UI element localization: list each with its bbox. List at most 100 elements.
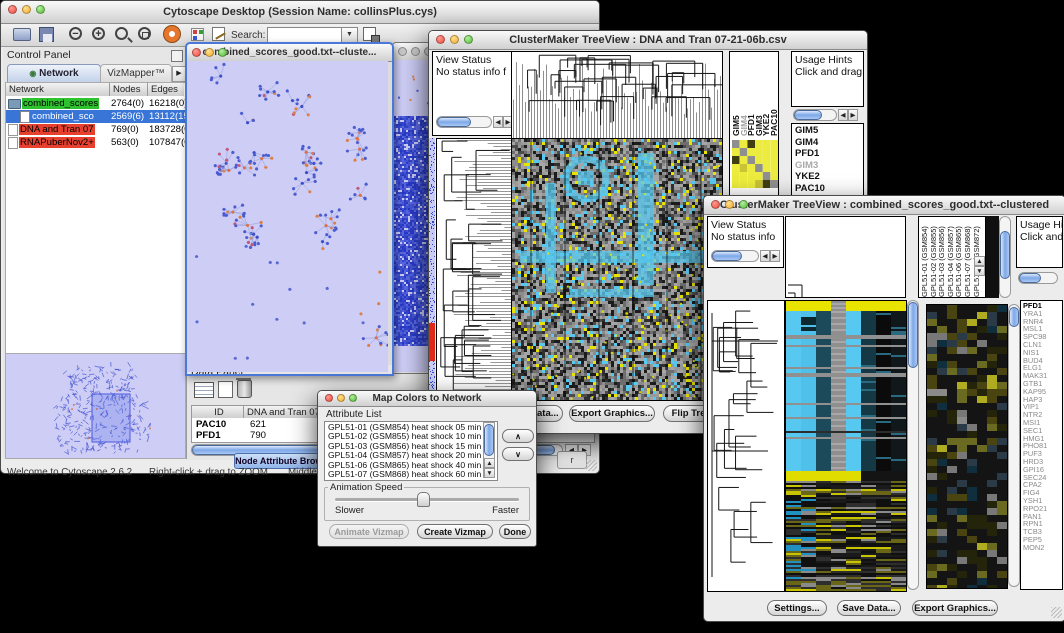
column-dendrogram[interactable] (785, 216, 906, 298)
treeview2-title-bar[interactable]: ClusterMaker TreeView : combined_scores_… (704, 196, 1064, 215)
move-down-button[interactable]: ∨ (502, 447, 534, 461)
save-data-button[interactable]: Save Data... (837, 600, 901, 616)
col-id[interactable]: ID (192, 406, 244, 418)
scroll-left-button[interactable]: ◀ (493, 116, 503, 128)
scroll-right-button[interactable]: ▶ (770, 250, 780, 262)
delete-attribute-icon[interactable] (237, 380, 252, 398)
network-name: RNAPuberNov2+ (19, 137, 95, 148)
status-right: Middle- (288, 467, 320, 478)
zoom-in-icon[interactable]: + (92, 27, 105, 40)
labels-gap (986, 216, 999, 298)
window-resize-grip[interactable] (1051, 607, 1062, 618)
col-network[interactable]: Network (6, 83, 110, 96)
attribute-editor-icon[interactable] (363, 27, 376, 41)
scroll-down-button[interactable]: ▼ (484, 468, 495, 478)
background-network-window[interactable] (392, 42, 432, 374)
attribute-list-label: Attribute List (326, 409, 382, 420)
gene-list[interactable]: PFD1YRA1RNR4MSL1SPC98CLN1NIS1BUD4ELG1MAK… (1021, 301, 1062, 552)
array-label[interactable]: PAC10 (771, 54, 779, 136)
window-controls[interactable] (398, 47, 432, 56)
gene-label[interactable]: GIM3 (792, 160, 863, 172)
gene-label[interactable]: GIM4 (792, 137, 863, 149)
scroll-up-button[interactable]: ▲ (974, 256, 985, 266)
float-panel-icon[interactable] (171, 50, 183, 62)
done-button[interactable]: Done (499, 524, 531, 539)
search-dropdown-button[interactable]: ▼ (341, 27, 358, 43)
status-hscrollbar[interactable] (711, 250, 759, 262)
gene-label[interactable]: GIM5 (792, 125, 863, 137)
network-view-window[interactable]: combined_scores_good.txt--cluste... (185, 42, 394, 376)
global-view-strip[interactable] (429, 138, 435, 399)
global-vscrollbar[interactable] (1008, 304, 1020, 587)
window-controls[interactable] (436, 35, 473, 44)
summary-heatmap[interactable] (732, 140, 778, 188)
col-edges[interactable]: Edges (148, 83, 184, 96)
animate-vizmap-button[interactable]: Animate Vizmap (329, 524, 409, 539)
tab-network[interactable]: ◉ Network (7, 64, 101, 83)
zoom-fit-icon[interactable] (138, 27, 151, 40)
window-controls[interactable] (192, 48, 227, 57)
scroll-left-button[interactable]: ◀ (760, 250, 770, 262)
attribute-item[interactable]: GPL51-07 (GSM868) heat shock 60 min (325, 470, 481, 479)
heatmap-view[interactable] (785, 300, 907, 592)
scroll-up-button[interactable]: ▲ (484, 458, 495, 468)
table-select-icon[interactable] (194, 382, 214, 398)
create-vizmap-button[interactable]: Create Vizmap (417, 524, 493, 539)
gene-list-panel: PFD1YRA1RNR4MSL1SPC98CLN1NIS1BUD4ELG1MAK… (1020, 300, 1063, 590)
labels-vscrollbar[interactable] (999, 216, 1011, 298)
search-input[interactable] (267, 27, 343, 43)
heatmap-vscrollbar[interactable] (907, 300, 919, 590)
dialog-title-bar[interactable]: Map Colors to Network (318, 391, 536, 407)
gene-list[interactable]: GIM5GIM4PFD1GIM3YKE2PAC10 (792, 124, 863, 194)
status-hscrollbar[interactable] (436, 116, 492, 128)
gene-list-hscrollbar[interactable] (1018, 272, 1058, 284)
export-graphics-button[interactable]: Export Graphics... (912, 600, 998, 616)
window-title: ClusterMaker TreeView : DNA and Tran 07-… (429, 34, 867, 46)
zoom-out-icon[interactable]: − (69, 27, 82, 40)
gene-label[interactable]: MON2 (1021, 544, 1062, 552)
save-icon[interactable] (39, 27, 54, 42)
scroll-down-button[interactable]: ▼ (974, 266, 985, 276)
network-row[interactable]: RNAPuberNov2+ 563(0) 107847(0) (6, 136, 185, 149)
open-file-icon[interactable] (13, 28, 31, 41)
gene-list-hscrollbar[interactable] (793, 109, 837, 121)
scroll-right-button[interactable]: ▶ (848, 109, 858, 121)
gene-label[interactable]: YKE2 (792, 171, 863, 183)
annotation-icon[interactable] (212, 27, 225, 41)
settings-button[interactable]: Settings... (767, 600, 827, 616)
treeview1-title-bar[interactable]: ClusterMaker TreeView : DNA and Tran 07-… (429, 31, 867, 50)
new-attribute-icon[interactable] (218, 381, 233, 398)
col-nodes[interactable]: Nodes (110, 83, 148, 96)
network-view-canvas[interactable] (187, 61, 388, 372)
window-controls[interactable] (711, 200, 748, 209)
row-dendrogram[interactable] (436, 138, 514, 401)
attribute-items[interactable]: GPL51-01 (GSM854) heat shock 05 minGPL51… (325, 423, 481, 479)
network-row[interactable]: DNA and Tran 07 769(0) 183728(0) (6, 123, 185, 136)
global-heatmap[interactable] (926, 304, 1008, 589)
network-row[interactable]: combined_scores 2764(0) 16218(0) (6, 97, 185, 110)
attribute-listbox[interactable]: GPL51-01 (GSM854) heat shock 05 minGPL51… (324, 421, 498, 481)
scroll-left-button[interactable]: ◀ (838, 109, 848, 121)
network-overview[interactable] (5, 353, 186, 459)
cytoscape-title-bar[interactable]: Cytoscape Desktop (Session Name: collins… (1, 1, 599, 24)
heatmap-view[interactable] (511, 138, 723, 401)
rotated-array-labels[interactable]: GIM5GIM4PFD1GIM3YKE2PAC10 (733, 54, 779, 136)
speed-slider-thumb[interactable] (417, 492, 430, 507)
row-dendrogram[interactable] (707, 300, 785, 592)
usage-hints-panel: Usage Hi Click and (1016, 216, 1063, 268)
network-row-selected[interactable]: combined_sco 2569(6) 13112(15) (6, 110, 185, 123)
tab-vizmapper[interactable]: VizMapper™ (100, 64, 172, 83)
window-controls[interactable] (325, 394, 357, 402)
gene-label[interactable]: PFD1 (792, 148, 863, 160)
help-lifering-icon[interactable] (164, 26, 180, 42)
export-graphics-button[interactable]: Export Graphics... (569, 405, 655, 422)
gene-label[interactable]: PAC10 (792, 183, 863, 195)
vizmap-shortcut-icon[interactable] (191, 28, 204, 41)
row-id: PAC10 (196, 419, 226, 430)
move-up-button[interactable]: ∧ (502, 429, 534, 443)
window-controls[interactable] (8, 5, 45, 14)
tab-overflow-button[interactable]: ▶ (172, 66, 186, 82)
network-view-canvas[interactable] (394, 60, 430, 372)
column-dendrogram[interactable] (511, 51, 723, 140)
zoom-selected-icon[interactable] (115, 27, 128, 40)
